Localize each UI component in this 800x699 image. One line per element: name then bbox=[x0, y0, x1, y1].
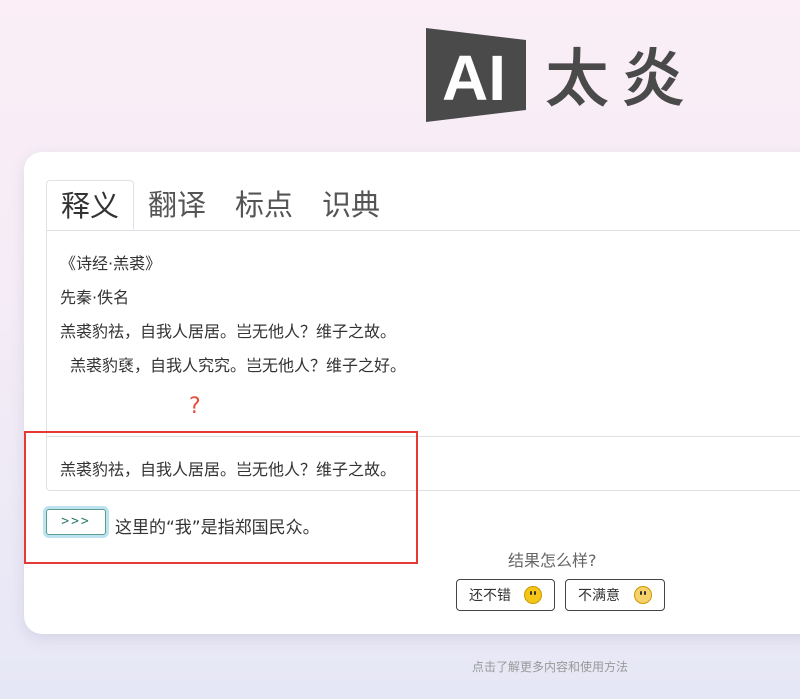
tab-fanyi[interactable]: 翻译 bbox=[134, 180, 220, 230]
submit-button[interactable]: >>> bbox=[46, 509, 106, 535]
tab-shiyi[interactable]: 释义 bbox=[46, 180, 134, 230]
passage-line-2[interactable]: 羔裘豹褎，自我人究究。岂无他人？维子之好。 bbox=[70, 352, 406, 376]
feedback-good-label: 还不错 bbox=[469, 588, 511, 604]
main-card: 释义 翻译 标点 识典 《诗经·羔裘》 先秦·佚名 羔裘豹祛，自我人居居。岂无他… bbox=[24, 152, 800, 634]
query-marker: ? bbox=[189, 394, 201, 419]
tab-bar: 释义 翻译 标点 识典 bbox=[46, 180, 800, 231]
tab-shidian[interactable]: 识典 bbox=[308, 180, 394, 230]
logo-char-2: 炎 bbox=[622, 42, 687, 115]
passage-panel: 《诗经·羔裘》 先秦·佚名 羔裘豹祛，自我人居居。岂无他人？维子之故。 羔裘豹褎… bbox=[46, 230, 800, 491]
logo-char-1: 太 bbox=[546, 42, 611, 115]
panel-divider bbox=[47, 436, 800, 437]
help-link[interactable]: 点击了解更多内容和使用方法 bbox=[472, 658, 628, 675]
passage-line-1[interactable]: 羔裘豹祛，自我人居居。岂无他人？维子之故。 bbox=[60, 318, 396, 342]
feedback-question: 结果怎么样? bbox=[508, 551, 597, 570]
selected-text: 羔裘豹祛，自我人居居。岂无他人？维子之故。 bbox=[60, 460, 397, 479]
svg-text:AI: AI bbox=[442, 42, 506, 114]
tab-biaodian[interactable]: 标点 bbox=[221, 180, 307, 230]
feedback-good-button[interactable]: 还不错 bbox=[456, 579, 555, 611]
passage-title: 《诗经·羔裘》 bbox=[60, 254, 162, 273]
sad-emoji-icon bbox=[634, 586, 652, 604]
feedback-bad-button[interactable]: 不满意 bbox=[565, 579, 665, 611]
smile-emoji-icon bbox=[524, 586, 542, 604]
passage-author: 先秦·佚名 bbox=[60, 288, 130, 307]
feedback-bad-label: 不满意 bbox=[578, 588, 620, 604]
answer-text: 这里的“我”是指郑国民众。 bbox=[115, 518, 320, 538]
logo-ai-badge: AI bbox=[426, 28, 526, 122]
